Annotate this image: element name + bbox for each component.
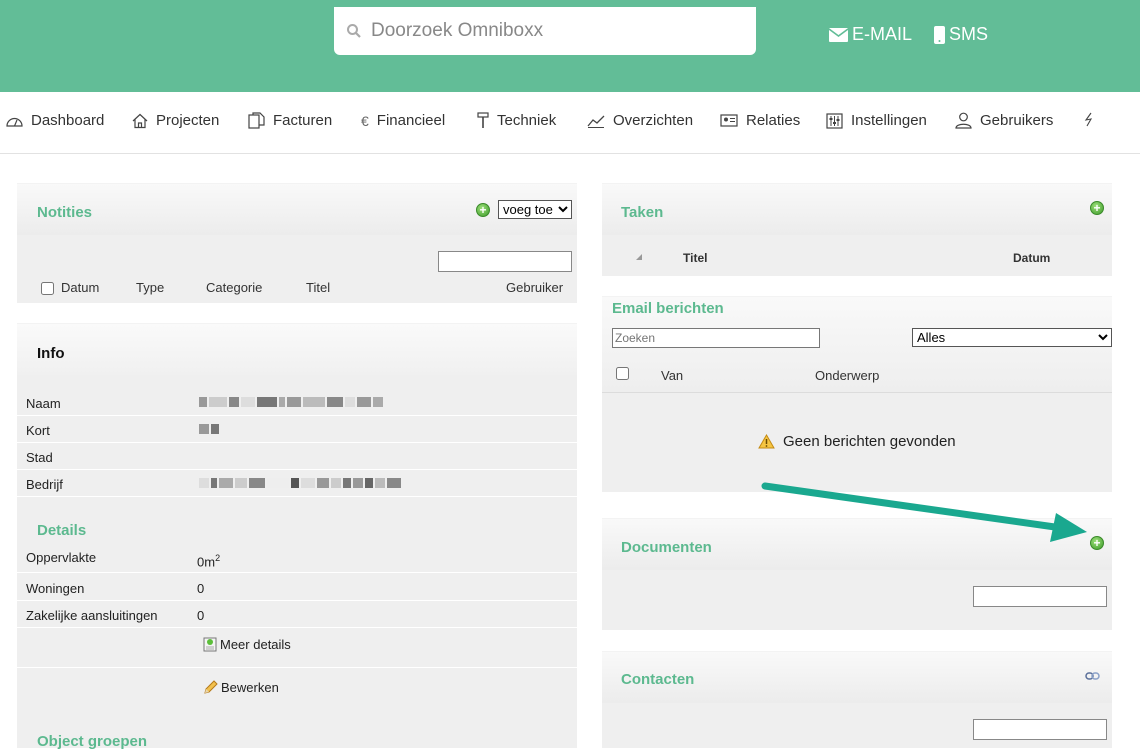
annotation-arrow	[761, 482, 1087, 542]
